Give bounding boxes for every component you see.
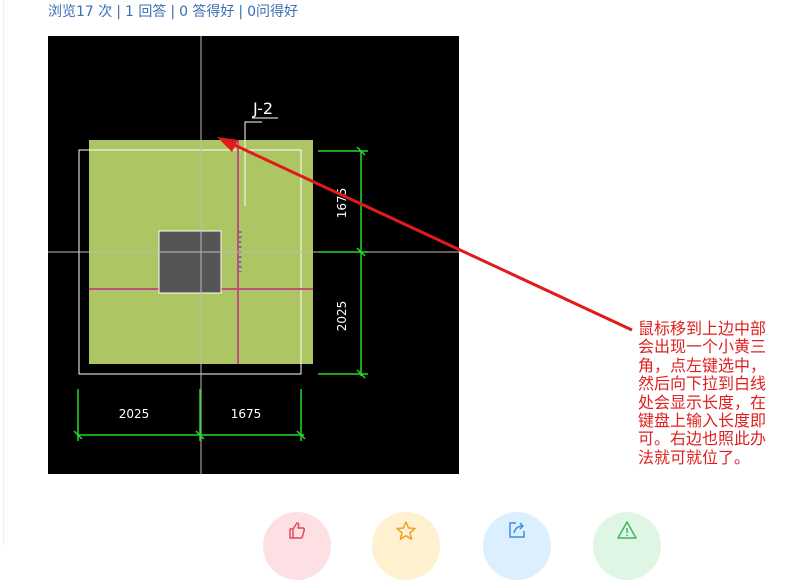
callout-line: 会出现一个小黄三 xyxy=(638,337,767,357)
dim-right-text: 2025 xyxy=(335,301,349,332)
callout-line: 角，点左键选中， xyxy=(638,355,767,375)
callout-line: 处会显示长度，在 xyxy=(638,392,767,412)
good-questions-count[interactable]: 0问得好 xyxy=(247,4,298,20)
column xyxy=(158,230,222,294)
warning-icon xyxy=(617,521,637,539)
share-icon xyxy=(509,522,525,538)
answers-count[interactable]: 1 回答 xyxy=(125,4,166,20)
callout-line: 然后向下拉到白线 xyxy=(638,374,767,394)
star-icon xyxy=(396,521,416,540)
callout-line: 法就可就位了。 xyxy=(638,447,751,467)
bottom-dimension xyxy=(73,389,306,441)
favorite-button[interactable] xyxy=(372,512,440,580)
dim-top-text: 1675 xyxy=(335,188,349,219)
content-left-border xyxy=(3,0,4,545)
dim-bottom-left-text: 2025 xyxy=(119,407,150,421)
annotation-text: 鼠标移到上边中部 会出现一个小黄三 角，点左键选中， 然后向下拉到白线 处会显示… xyxy=(638,319,803,467)
share-button[interactable] xyxy=(483,512,551,580)
report-button[interactable] xyxy=(593,512,661,580)
thumbs-up-icon xyxy=(289,522,306,539)
question-stats: 浏览17 次 | 1 回答 | 0 答得好 | 0问得好 xyxy=(48,4,299,20)
callout-line: 键盘上输入长度即 xyxy=(638,411,767,431)
callout-line: 可。右边也照此办 xyxy=(638,429,767,449)
good-answers-count[interactable]: 0 答得好 xyxy=(179,4,234,20)
footing-label: J-2 xyxy=(252,99,273,118)
right-dimension xyxy=(318,146,368,379)
views-count[interactable]: 浏览17 次 xyxy=(48,4,112,20)
like-button[interactable] xyxy=(263,512,331,580)
dim-bottom-right-text: 1675 xyxy=(231,407,262,421)
cad-screenshot: J-2 1675 2025 2025 1675 xyxy=(48,36,459,474)
cad-drawing: J-2 1675 2025 2025 1675 xyxy=(48,36,459,474)
callout-line: 鼠标移到上边中部 xyxy=(638,319,767,338)
